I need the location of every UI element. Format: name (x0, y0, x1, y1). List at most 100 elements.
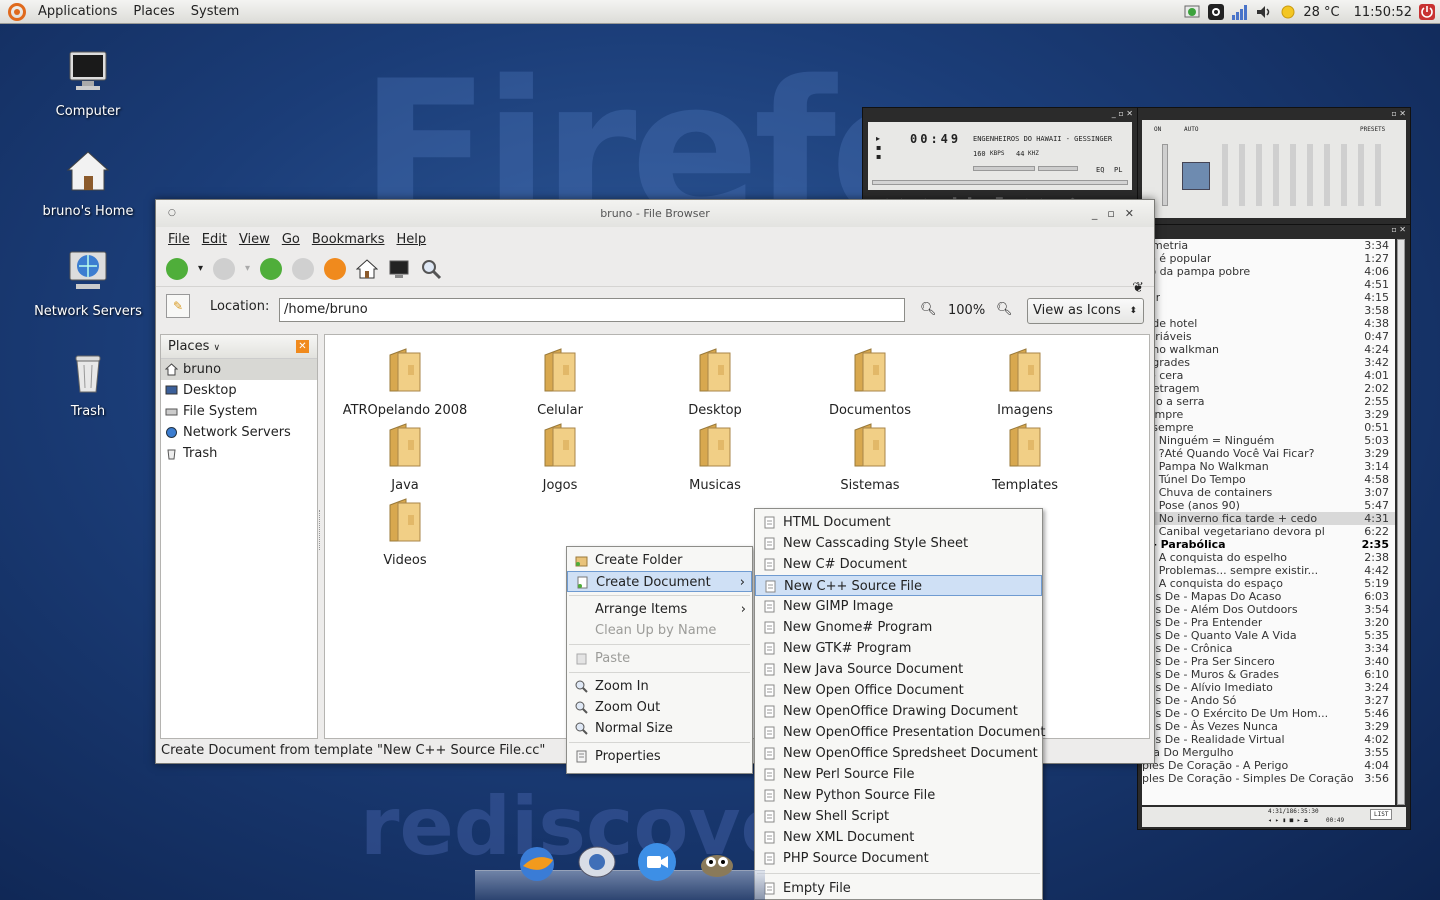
playlist-row[interactable]: z - Ninguém = Ninguém 5:03 (1142, 434, 1395, 447)
sidebar-item-network-servers[interactable]: Network Servers (161, 422, 317, 443)
document-template-item[interactable]: New Perl Source File (755, 764, 1042, 785)
player-seek-bar[interactable] (872, 180, 1128, 185)
clock[interactable]: 11:50:52 (1354, 5, 1412, 20)
playlist-row[interactable]: ora Do Mergulho 3:55 (1142, 746, 1395, 759)
network-manager-icon[interactable] (575, 838, 619, 882)
playlist-row[interactable]: ples De Coração - Simples De Coração 3:56 (1142, 772, 1395, 785)
player-main-window[interactable]: _ ▫ ✕ ▸ ▪ ▪ 00:49 ENGENHEIROS DO HAWAII - … (862, 107, 1138, 209)
thunderbird-icon[interactable] (515, 840, 559, 884)
player-eq-toggle[interactable]: EQ (1096, 166, 1104, 174)
playlist-row[interactable]: z - Túnel Do Tempo 4:58 (1142, 473, 1395, 486)
player-pl-toggle[interactable]: PL (1114, 166, 1122, 174)
sidebar-resize-handle[interactable] (319, 510, 322, 550)
document-template-item[interactable]: New Shell Script (755, 806, 1042, 827)
equalizer-on-toggle[interactable]: ON (1154, 126, 1161, 133)
playlist-row[interactable]: ões De - Além Dos Outdoors 3:54 (1142, 603, 1395, 616)
folder-item[interactable]: Sistemas (800, 422, 940, 493)
desktop-icon-computer[interactable]: Computer (33, 48, 143, 119)
playlist-row[interactable]: z - Pose (anos 90) 5:47 (1142, 499, 1395, 512)
file-browser-titlebar[interactable]: ○ bruno - File Browser _▫✕ (156, 200, 1154, 227)
video-chat-icon[interactable] (635, 840, 679, 884)
folder-item[interactable]: Templates (955, 422, 1095, 493)
folder-item[interactable]: Celular (490, 347, 630, 418)
playlist-row[interactable]: bar4:15 (1142, 291, 1395, 304)
ubuntu-logo-icon[interactable] (8, 2, 26, 21)
equalizer-window-buttons[interactable]: ▫ ✕ (1391, 109, 1406, 118)
menu-view[interactable]: View (233, 232, 276, 247)
edit-location-toggle-icon[interactable]: ✎ (166, 294, 190, 318)
playlist-row[interactable]: o de hotel 4:38 (1142, 317, 1395, 330)
sidebar-item-desktop[interactable]: Desktop (161, 380, 317, 401)
signal-strength-icon[interactable] (1231, 3, 1249, 21)
playlist-row[interactable]: z - Pampa No Walkman 3:14 (1142, 460, 1395, 473)
back-icon[interactable] (166, 257, 188, 280)
playlist-row[interactable]: ndo a serra 2:55 (1142, 395, 1395, 408)
applications-menu[interactable]: Applications (30, 0, 125, 24)
power-icon[interactable] (1418, 3, 1436, 21)
document-template-item[interactable]: PHP Source Document (755, 848, 1042, 869)
playlist-row[interactable]: só3:58 (1142, 304, 1395, 317)
document-template-item[interactable]: Empty File (755, 878, 1042, 899)
menu-file[interactable]: File (162, 232, 196, 247)
weather-temperature[interactable]: 28 °C (1303, 5, 1339, 20)
window-control-buttons[interactable]: _▫✕ (1092, 200, 1144, 227)
equalizer-preamp-slider[interactable] (1162, 144, 1168, 206)
back-history-chevron-icon[interactable]: ▾ (198, 263, 203, 274)
menu-item-arrange-items[interactable]: Arrange Items › (567, 599, 752, 620)
document-template-item[interactable]: New GIMP Image (755, 596, 1042, 617)
playlist-row[interactable]: ões De - Muros & Grades 6:10 (1142, 668, 1395, 681)
zoom-out-icon[interactable]: 🔍︎ (920, 302, 937, 317)
sidebar-header[interactable]: Places ∨ ✕ (161, 335, 317, 359)
folder-item[interactable]: Imagens (955, 347, 1095, 418)
playlist-row[interactable]: ões De - O Exército De Um Hom... 5:46 (1142, 707, 1395, 720)
home-folder-icon[interactable] (356, 258, 379, 280)
volume-icon[interactable] (1255, 3, 1273, 21)
playlist-row[interactable]: é sempre 0:51 (1142, 421, 1395, 434)
document-template-item[interactable]: New Gnome# Program (755, 617, 1042, 638)
playlist-row[interactable]: ões De - Crônica 3:34 (1142, 642, 1395, 655)
menu-item-zoom-out[interactable]: Zoom Out (567, 697, 752, 718)
playlist-row[interactable]: z - Canibal vegetariano devora pl 6:22 (1142, 525, 1395, 538)
location-input[interactable]: /home/bruno (279, 298, 905, 322)
zoom-level[interactable]: 100% (948, 303, 985, 318)
folder-item[interactable]: Java (335, 422, 475, 493)
folder-item[interactable]: Videos (335, 497, 475, 568)
equalizer-window[interactable]: ▫ ✕ ON AUTO PRESETS (1137, 107, 1411, 225)
up-icon[interactable] (260, 257, 283, 280)
menu-help[interactable]: Help (390, 232, 432, 247)
window-menu-icon[interactable]: ○ (168, 200, 176, 227)
playlist-window[interactable]: ▫ ✕ Simetria 3:34 ho é popular 1:27 iro da p… (1137, 224, 1411, 830)
equalizer-band-sliders[interactable] (1222, 144, 1392, 206)
reload-icon[interactable] (324, 257, 347, 280)
document-template-item[interactable]: New Java Source Document (755, 659, 1042, 680)
menu-go[interactable]: Go (276, 232, 306, 247)
equalizer-presets-button[interactable]: PRESETS (1360, 126, 1385, 133)
folder-item[interactable]: Musicas (645, 422, 785, 493)
system-menu[interactable]: System (183, 0, 247, 24)
player-volume-slider[interactable] (973, 166, 1035, 171)
menu-bookmarks[interactable]: Bookmarks (306, 232, 391, 247)
menu-edit[interactable]: Edit (196, 232, 233, 247)
document-template-item[interactable]: New Casscading Style Sheet (755, 533, 1042, 554)
search-icon[interactable] (420, 258, 442, 280)
playlist-row[interactable]: ples De Coração - A Perigo 4:04 (1142, 759, 1395, 772)
forward-icon[interactable] (213, 257, 236, 280)
playlist-window-buttons[interactable]: ▫ ✕ (1391, 225, 1406, 234)
playlist-row[interactable]: e grades 3:42 (1142, 356, 1395, 369)
close-sidebar-icon[interactable]: ✕ (296, 340, 309, 353)
playlist-row[interactable]: z - A conquista do espelho 2:38 (1142, 551, 1395, 564)
playlist-row[interactable]: z - Chuva de containers 3:07 (1142, 486, 1395, 499)
forward-history-chevron-icon[interactable]: ▾ (245, 263, 250, 274)
playlist-row[interactable]: ões De - Mapas Do Acaso 6:03 (1142, 590, 1395, 603)
playlist-row[interactable]: ões De - Quanto Vale A Vida 5:35 (1142, 629, 1395, 642)
places-menu[interactable]: Places (125, 0, 182, 24)
playlist-mini-controls[interactable]: ◂ ▸ ▮ ■ ▸ ⏏ (1268, 817, 1308, 824)
playlist-row[interactable]: ões De - Realidade Virtual 4:02 (1142, 733, 1395, 746)
equalizer-auto-toggle[interactable]: AUTO (1184, 126, 1198, 133)
menu-item-zoom-in[interactable]: Zoom In (567, 676, 752, 697)
playlist-row[interactable]: z - Parabólica 2:35 (1142, 538, 1395, 551)
folder-item[interactable]: Desktop (645, 347, 785, 418)
desktop-icon-network-servers[interactable]: Network Servers (33, 248, 143, 319)
document-template-item[interactable]: New C# Document (755, 554, 1042, 575)
computer-toolbar-icon[interactable] (388, 258, 410, 280)
